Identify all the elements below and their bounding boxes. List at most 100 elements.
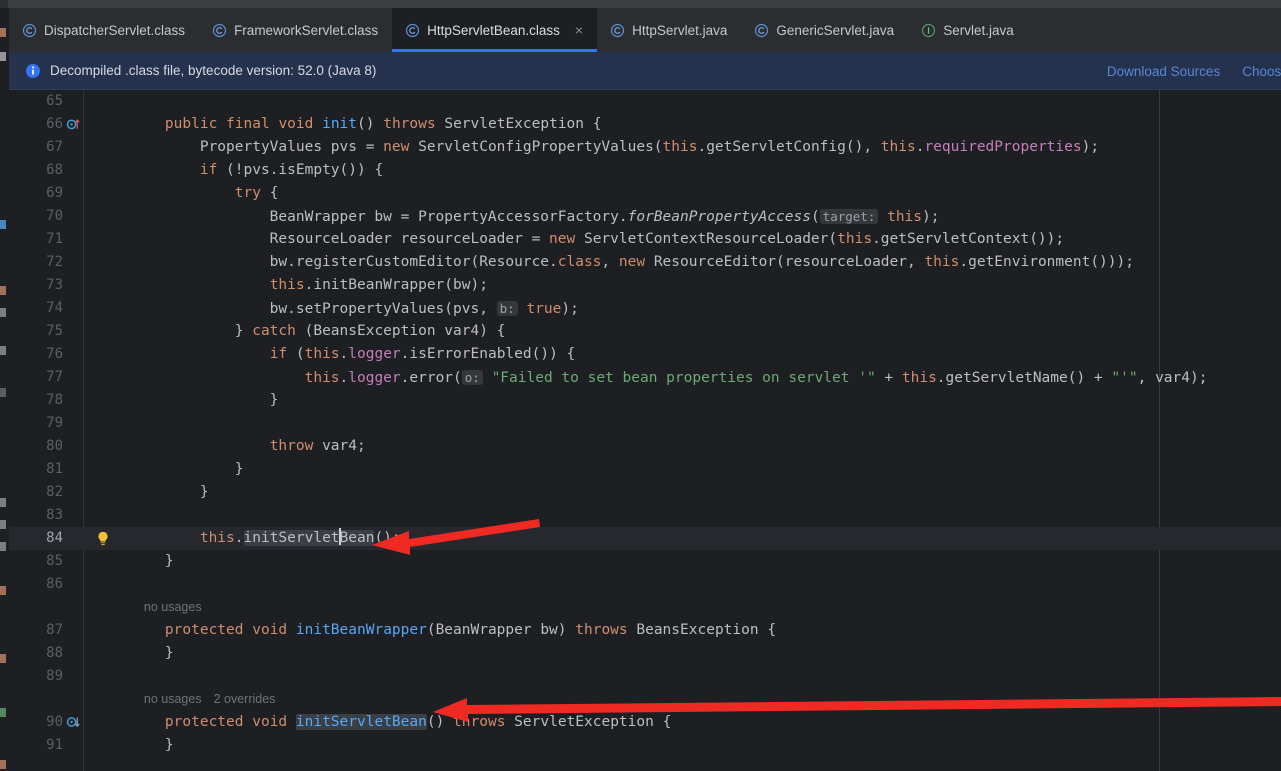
code-line-text: } xyxy=(130,392,279,408)
gutter-marker[interactable] xyxy=(63,113,84,136)
code-line-text xyxy=(114,412,1281,435)
gutter-intention-slot[interactable] xyxy=(84,527,114,550)
gutter-marker xyxy=(63,159,84,182)
line-number: 75 xyxy=(46,323,63,339)
code-line-row[interactable]: 68 if (!pvs.isEmpty()) { xyxy=(9,159,1281,182)
code-line-row[interactable]: 82 } xyxy=(9,481,1281,504)
code-line-row[interactable]: 79 xyxy=(9,412,1281,435)
code-line-row[interactable]: 89 xyxy=(9,665,1281,688)
code-line-row[interactable]: 83 xyxy=(9,504,1281,527)
code-hint-text: no usages xyxy=(130,600,202,614)
code-line-text: this.initBeanWrapper(bw); xyxy=(269,277,488,293)
code-line-text: bw.setPropertyValues(pvs, b: true); xyxy=(130,301,579,317)
class-icon xyxy=(610,23,625,37)
code-line-row[interactable]: 91 } xyxy=(9,734,1281,757)
gutter-marker xyxy=(63,389,84,412)
line-number: 71 xyxy=(46,231,63,247)
code-line-text: } xyxy=(130,553,174,569)
gutter-marker xyxy=(63,274,84,297)
code-line-row[interactable]: 80 throw var4; xyxy=(9,435,1281,458)
code-line-row[interactable]: 76 if (this.logger.isErrorEnabled()) { xyxy=(9,343,1281,366)
gutter-intention-slot xyxy=(84,481,114,504)
gutter-marker xyxy=(63,205,84,228)
gutter-intention-slot xyxy=(84,274,114,297)
code-line-row[interactable]: 86 xyxy=(9,573,1281,596)
gutter-marker xyxy=(63,734,84,757)
editor-tab-4[interactable]: GenericServlet.java xyxy=(741,8,908,52)
overridden-method-icon[interactable] xyxy=(66,715,80,729)
code-line-row[interactable]: 65 xyxy=(9,90,1281,113)
code-line-row[interactable]: 85 } xyxy=(9,550,1281,573)
line-number: 69 xyxy=(46,185,63,201)
gutter-marker xyxy=(63,228,84,251)
gutter-marker[interactable] xyxy=(63,711,84,734)
gutter-intention-slot xyxy=(84,228,114,251)
editor-tab-1[interactable]: FrameworkServlet.class xyxy=(199,8,392,52)
code-line-text: BeanWrapper bw = PropertyAccessorFactory… xyxy=(130,209,940,225)
editor-tab-0[interactable]: DispatcherServlet.class xyxy=(9,8,199,52)
code-line-row[interactable]: 74 bw.setPropertyValues(pvs, b: true); xyxy=(9,297,1281,320)
gutter-marker xyxy=(63,297,84,320)
code-line-text xyxy=(114,573,1281,596)
code-line-row[interactable]: 66 public final void init() throws Servl… xyxy=(9,113,1281,136)
code-lines: 65 66 public final void init() throws Ser… xyxy=(9,90,1281,757)
code-line-row[interactable]: 73 this.initBeanWrapper(bw); xyxy=(9,274,1281,297)
code-line-row[interactable]: 78 } xyxy=(9,389,1281,412)
code-line-text: if (!pvs.isEmpty()) { xyxy=(199,162,384,178)
editor-tab-label: FrameworkServlet.class xyxy=(234,22,379,38)
code-line-row[interactable]: 69 try { xyxy=(9,182,1281,205)
code-line-text: public final void init() throws ServletE… xyxy=(164,116,602,132)
gutter-intention-slot xyxy=(84,435,114,458)
editor-tab-2[interactable]: HttpServletBean.class × xyxy=(392,8,598,52)
line-number: 68 xyxy=(46,162,63,178)
line-number: 84 xyxy=(46,530,63,546)
line-number: 77 xyxy=(46,369,63,385)
gutter-intention-slot xyxy=(84,90,114,113)
code-line-text: bw.registerCustomEditor(Resource.class, … xyxy=(130,254,1134,270)
editor-tab-label: HttpServlet.java xyxy=(632,22,728,38)
line-number: 76 xyxy=(46,346,63,362)
code-line-row[interactable]: 70 BeanWrapper bw = PropertyAccessorFact… xyxy=(9,205,1281,228)
gutter-intention-slot xyxy=(84,113,114,136)
gutter-marker xyxy=(63,90,84,113)
code-line-row[interactable]: 67 PropertyValues pvs = new ServletConfi… xyxy=(9,136,1281,159)
code-line-row[interactable]: 87 protected void initBeanWrapper(BeanWr… xyxy=(9,619,1281,642)
choose-sources-link[interactable]: Choose So xyxy=(1242,64,1281,79)
intention-bulb-icon[interactable] xyxy=(96,531,110,546)
top-strip-left-cap xyxy=(0,0,8,8)
code-line-row[interactable]: 81 } xyxy=(9,458,1281,481)
implementing-method-icon[interactable] xyxy=(66,117,80,131)
code-line-row[interactable]: 72 bw.registerCustomEditor(Resource.clas… xyxy=(9,251,1281,274)
close-tab-icon[interactable]: × xyxy=(575,23,583,37)
class-icon xyxy=(212,23,227,37)
gutter-intention-slot xyxy=(84,366,114,389)
line-number: 82 xyxy=(46,484,63,500)
editor-tab-3[interactable]: HttpServlet.java xyxy=(597,8,741,52)
gutter-intention-slot xyxy=(84,412,114,435)
code-hint-row[interactable]: no usages 2 overrides xyxy=(9,688,1281,711)
code-line-row[interactable]: 88 } xyxy=(9,642,1281,665)
code-line-row[interactable]: 90 protected void initServletBean() thro… xyxy=(9,711,1281,734)
gutter-intention-slot xyxy=(84,389,114,412)
gutter-marker xyxy=(63,550,84,573)
editor-tab-5[interactable]: Servlet.java xyxy=(908,8,1028,52)
gutter-marker xyxy=(63,136,84,159)
code-editor[interactable]: 65 66 public final void init() throws Ser… xyxy=(9,90,1281,771)
code-line-row[interactable]: 84 this.initServletBean(); xyxy=(9,527,1281,550)
code-line-row[interactable]: 77 this.logger.error(o: "Failed to set b… xyxy=(9,366,1281,389)
gutter-marker xyxy=(63,251,84,274)
gutter-intention-slot xyxy=(84,550,114,573)
gutter-intention-slot xyxy=(84,504,114,527)
gutter-marker xyxy=(63,481,84,504)
line-number: 67 xyxy=(46,139,63,155)
code-hint-row[interactable]: no usages xyxy=(9,596,1281,619)
code-line-row[interactable]: 71 ResourceLoader resourceLoader = new S… xyxy=(9,228,1281,251)
gutter-intention-slot xyxy=(84,297,114,320)
code-line-row[interactable]: 75 } catch (BeansException var4) { xyxy=(9,320,1281,343)
gutter-intention-slot xyxy=(84,343,114,366)
line-number: 70 xyxy=(46,208,63,224)
download-sources-link[interactable]: Download Sources xyxy=(1107,64,1220,79)
code-line-text: } xyxy=(130,484,209,500)
gutter-marker xyxy=(63,320,84,343)
ide-window: DispatcherServlet.class FrameworkServlet.… xyxy=(0,0,1281,771)
